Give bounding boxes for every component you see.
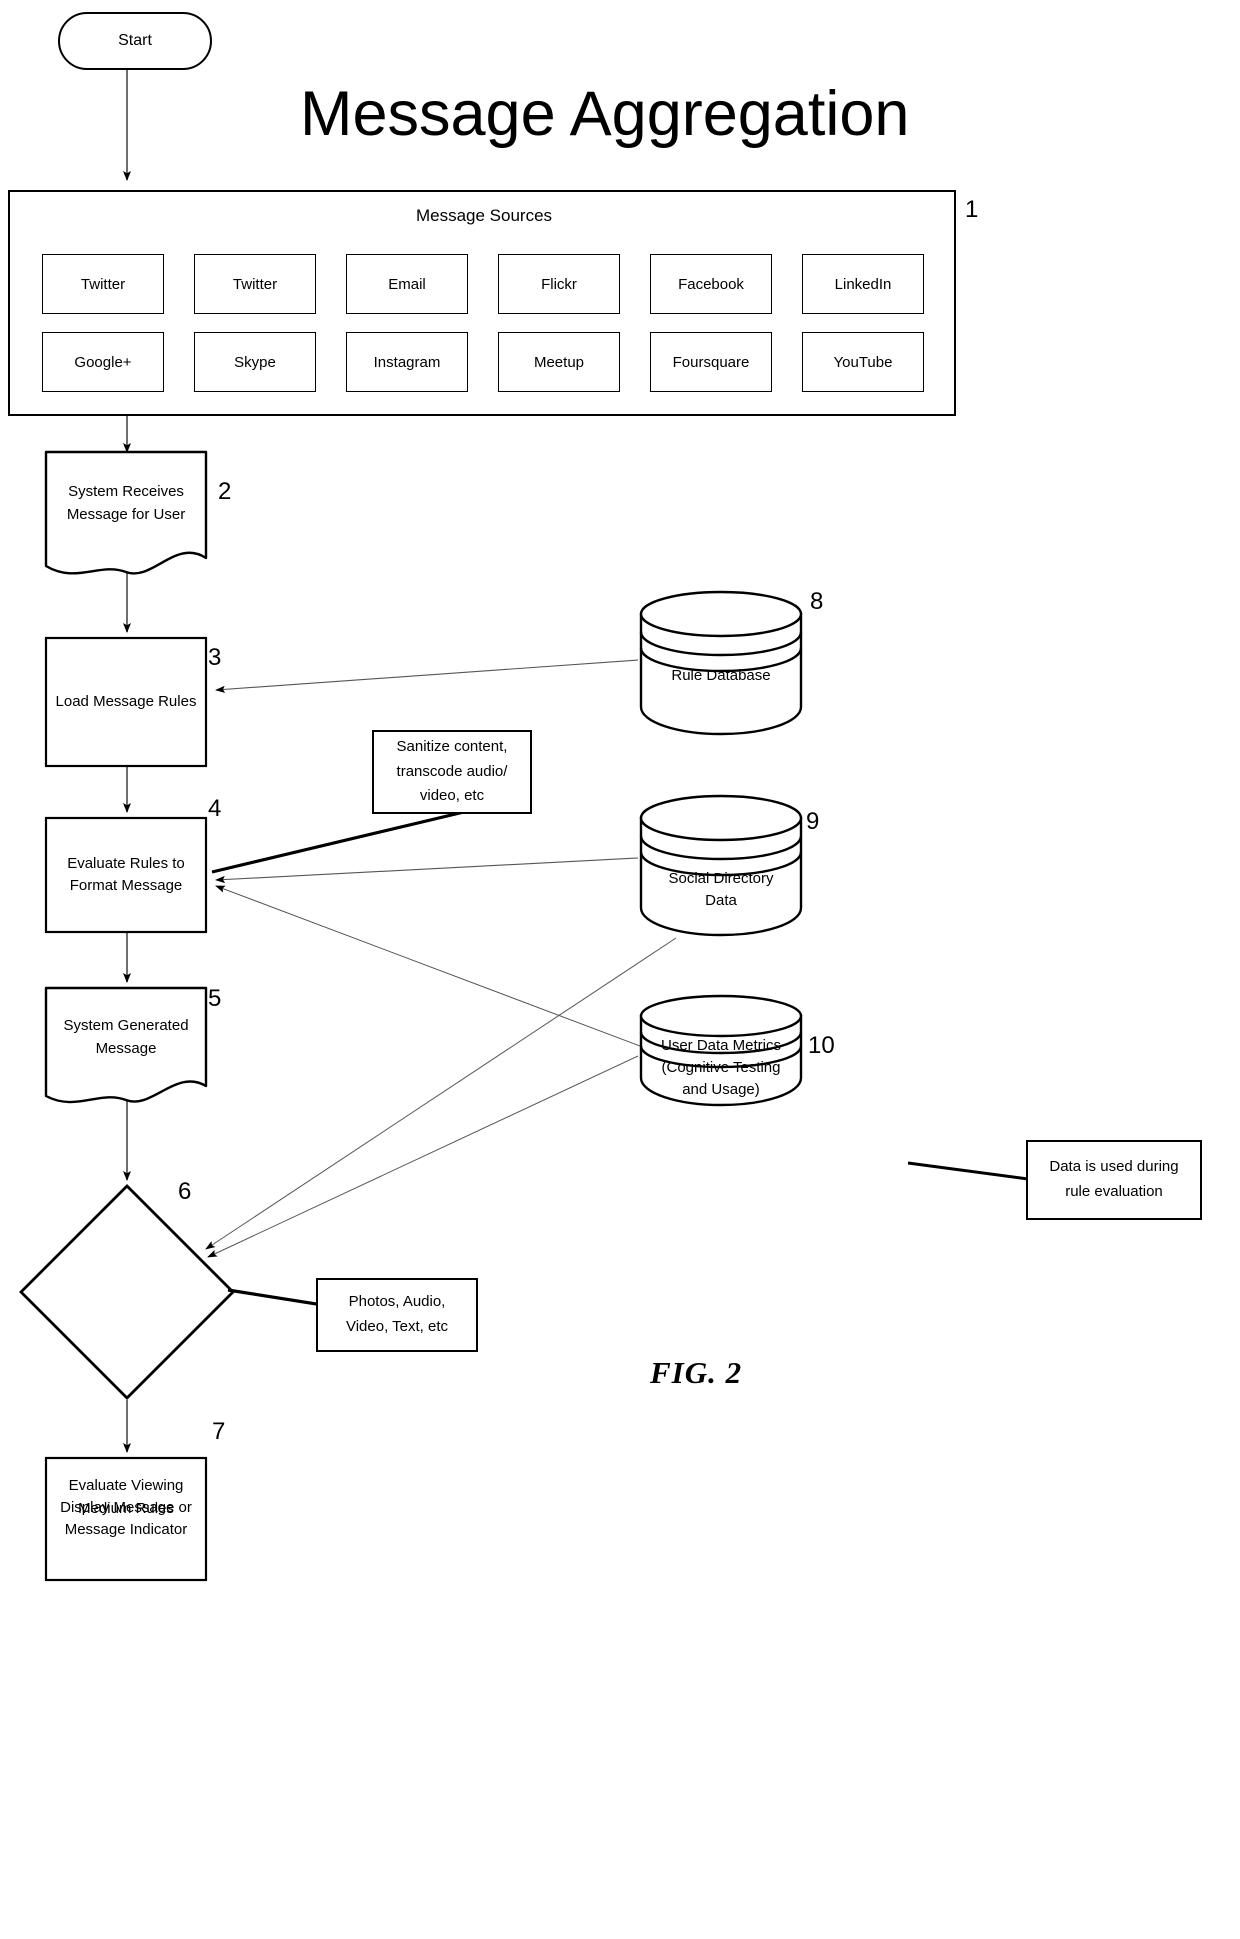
leader-d9-to-n4 [215, 857, 639, 884]
start-terminal: Start [58, 12, 212, 70]
message-source-box: Instagram [346, 332, 468, 392]
message-sources-grid: Twitter Twitter Email Flickr Facebook LinkedI… [42, 254, 938, 392]
message-source-box: Google+ [42, 332, 164, 392]
message-source-box: Email [346, 254, 468, 314]
shape-datastore-9 [639, 794, 803, 937]
start-terminal-label: Start [118, 32, 152, 49]
ref-numeral-4: 4 [208, 795, 222, 822]
ref-numeral-10: 10 [808, 1032, 835, 1059]
datastore-8-label: Rule Database [671, 667, 771, 684]
message-sources-title: Message Sources [415, 206, 553, 225]
leader-note-ruleeval [907, 1161, 1029, 1181]
leader-note-sanitize-to-n4 [211, 810, 465, 874]
ref-numeral-1: 1 [965, 196, 979, 223]
note-sanitize-content: Sanitize content, transcode audio/ video… [372, 730, 532, 814]
node-6-label: Evaluate Viewing Medium Rules [68, 1477, 184, 1517]
message-source-box: Skype [194, 332, 316, 392]
shape-node-3 [44, 636, 208, 768]
message-source-box: Twitter [42, 254, 164, 314]
note-rule-evaluation: Data is used during rule evaluation [1026, 1140, 1202, 1220]
ref-numeral-2: 2 [218, 478, 232, 505]
figure-number-label: FIG. 2 [650, 1355, 743, 1390]
ref-numeral-6: 6 [178, 1178, 192, 1205]
message-source-box: Foursquare [650, 332, 772, 392]
message-source-box: YouTube [802, 332, 924, 392]
message-source-box: Meetup [498, 332, 620, 392]
node-3-label: Load Message Rules [55, 693, 197, 711]
shape-node-6 [19, 1184, 235, 1400]
leader-d10-to-n6 [207, 1055, 639, 1258]
ref-numeral-8: 8 [810, 588, 824, 615]
message-sources-container: Message Sources Twitter Twitter Email Flick… [8, 190, 956, 416]
note-media-types: Photos, Audio, Video, Text, etc [316, 1278, 478, 1352]
leader-d9-to-n6 [205, 937, 677, 1250]
ref-numeral-7: 7 [212, 1418, 226, 1445]
ref-numeral-9: 9 [806, 808, 820, 835]
node-4-label: Evaluate Rules to Format Message [67, 855, 185, 894]
shape-datastore-8 [639, 590, 803, 736]
message-source-box: Twitter [194, 254, 316, 314]
datastore-10-label: User Data Metrics (Cognitive Testing and… [660, 1037, 782, 1098]
node-5-label: System Generated Message [63, 1017, 189, 1057]
node-2-label: System Receives Message for User [66, 483, 186, 523]
leader-d10-to-n4 [215, 885, 641, 1047]
datastore-9-label: Social Directory Data [668, 870, 774, 909]
figure-title: Message Aggregation [300, 79, 910, 149]
message-source-box: Flickr [498, 254, 620, 314]
message-source-box: LinkedIn [802, 254, 924, 314]
message-source-box: Facebook [650, 254, 772, 314]
shape-node-4 [44, 816, 208, 934]
figure-canvas: Message Aggregation Start Message Source… [0, 0, 1240, 1939]
ref-numeral-5: 5 [208, 985, 222, 1012]
ref-numeral-3: 3 [208, 644, 222, 671]
leader-d8-to-n3 [215, 659, 639, 693]
